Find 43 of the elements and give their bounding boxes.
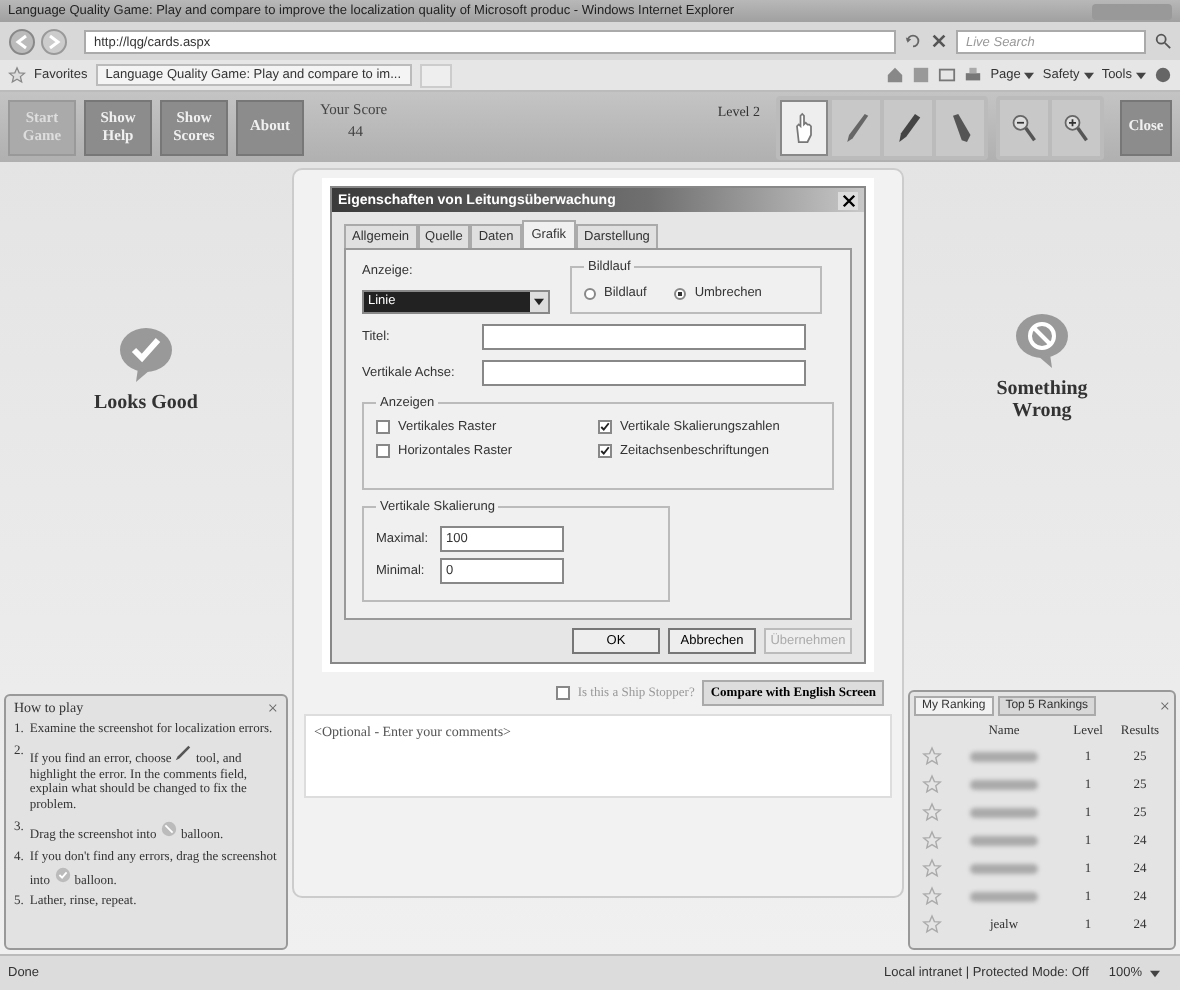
stop-icon	[159, 819, 178, 838]
star-icon	[922, 858, 942, 878]
close-icon[interactable]: ×	[1159, 698, 1170, 714]
pencil-icon	[174, 743, 193, 762]
marker-tool-icon[interactable]	[936, 99, 984, 155]
stop-balloon-icon[interactable]	[1012, 310, 1072, 370]
checkbox[interactable]	[376, 420, 390, 434]
radio-button[interactable]	[584, 287, 596, 299]
title-field[interactable]	[482, 324, 806, 350]
pencil-tool-icon[interactable]	[832, 99, 880, 155]
checkbox[interactable]	[555, 686, 570, 700]
check-icon	[53, 865, 72, 884]
caret-icon	[1083, 71, 1094, 79]
caret-icon	[1024, 71, 1035, 79]
star-icon	[8, 66, 26, 84]
print-icon[interactable]	[964, 66, 983, 84]
stop-icon[interactable]	[930, 32, 948, 50]
dropdown-arrow-icon[interactable]	[530, 292, 548, 312]
close-icon[interactable]	[838, 191, 858, 209]
star-icon	[922, 746, 942, 766]
hand-tool-icon[interactable]	[780, 99, 828, 155]
balloon-label: Something Wrong	[994, 378, 1090, 422]
star-icon	[922, 886, 942, 906]
star-icon	[922, 914, 942, 934]
balloon-label: Looks Good	[92, 391, 200, 413]
zoom-out-icon[interactable]	[1000, 99, 1048, 155]
home-icon[interactable]	[886, 66, 905, 84]
search-icon[interactable]	[1154, 32, 1172, 50]
checkbox[interactable]	[598, 444, 612, 458]
caret-icon	[1136, 71, 1146, 79]
caret-icon[interactable]	[1150, 969, 1160, 977]
check-balloon-icon[interactable]	[116, 323, 176, 383]
radio-button[interactable]	[674, 287, 687, 299]
star-icon	[922, 774, 942, 794]
zoom-in-icon[interactable]	[1052, 99, 1100, 155]
checkbox[interactable]	[376, 444, 390, 458]
star-icon	[922, 802, 942, 822]
pen-tool-icon[interactable]	[884, 99, 932, 155]
close-icon[interactable]: ×	[267, 700, 278, 716]
checkbox[interactable]	[598, 420, 612, 434]
axis-field[interactable]	[482, 360, 806, 386]
star-icon	[922, 830, 942, 850]
refresh-icon[interactable]	[904, 32, 922, 50]
